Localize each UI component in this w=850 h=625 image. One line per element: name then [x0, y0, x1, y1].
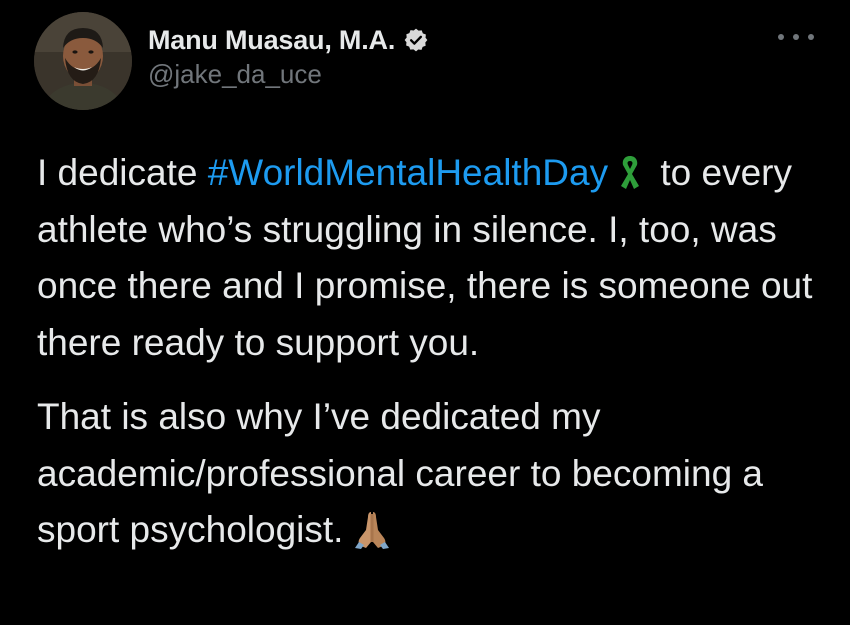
tweet-text-paragraph-2: That is also why I’ve dedicated my acade…	[37, 396, 763, 550]
more-dot	[793, 34, 799, 40]
more-options-button[interactable]	[778, 26, 814, 48]
author-handle[interactable]: @jake_da_uce	[148, 59, 322, 90]
author-name-row[interactable]: Manu Muasau, M.A.	[148, 22, 429, 58]
green-ribbon-icon	[616, 151, 644, 189]
more-horizontal-icon	[778, 34, 784, 40]
tweet-paragraph-2: That is also why I’ve dedicated my acade…	[37, 389, 827, 559]
hashtag-link[interactable]: #WorldMentalHealthDay	[208, 152, 608, 193]
more-dot	[808, 34, 814, 40]
avatar-photo	[34, 12, 132, 110]
verified-badge-icon	[403, 27, 429, 53]
folded-hands-icon	[353, 508, 391, 550]
tweet-text-before-hashtag: I dedicate	[37, 152, 208, 193]
tweet-paragraph-1: I dedicate #WorldMentalHealthDay to ever…	[37, 145, 827, 371]
tweet-text: I dedicate #WorldMentalHealthDay to ever…	[37, 145, 827, 559]
avatar[interactable]	[34, 12, 132, 110]
display-name[interactable]: Manu Muasau, M.A.	[148, 25, 395, 56]
